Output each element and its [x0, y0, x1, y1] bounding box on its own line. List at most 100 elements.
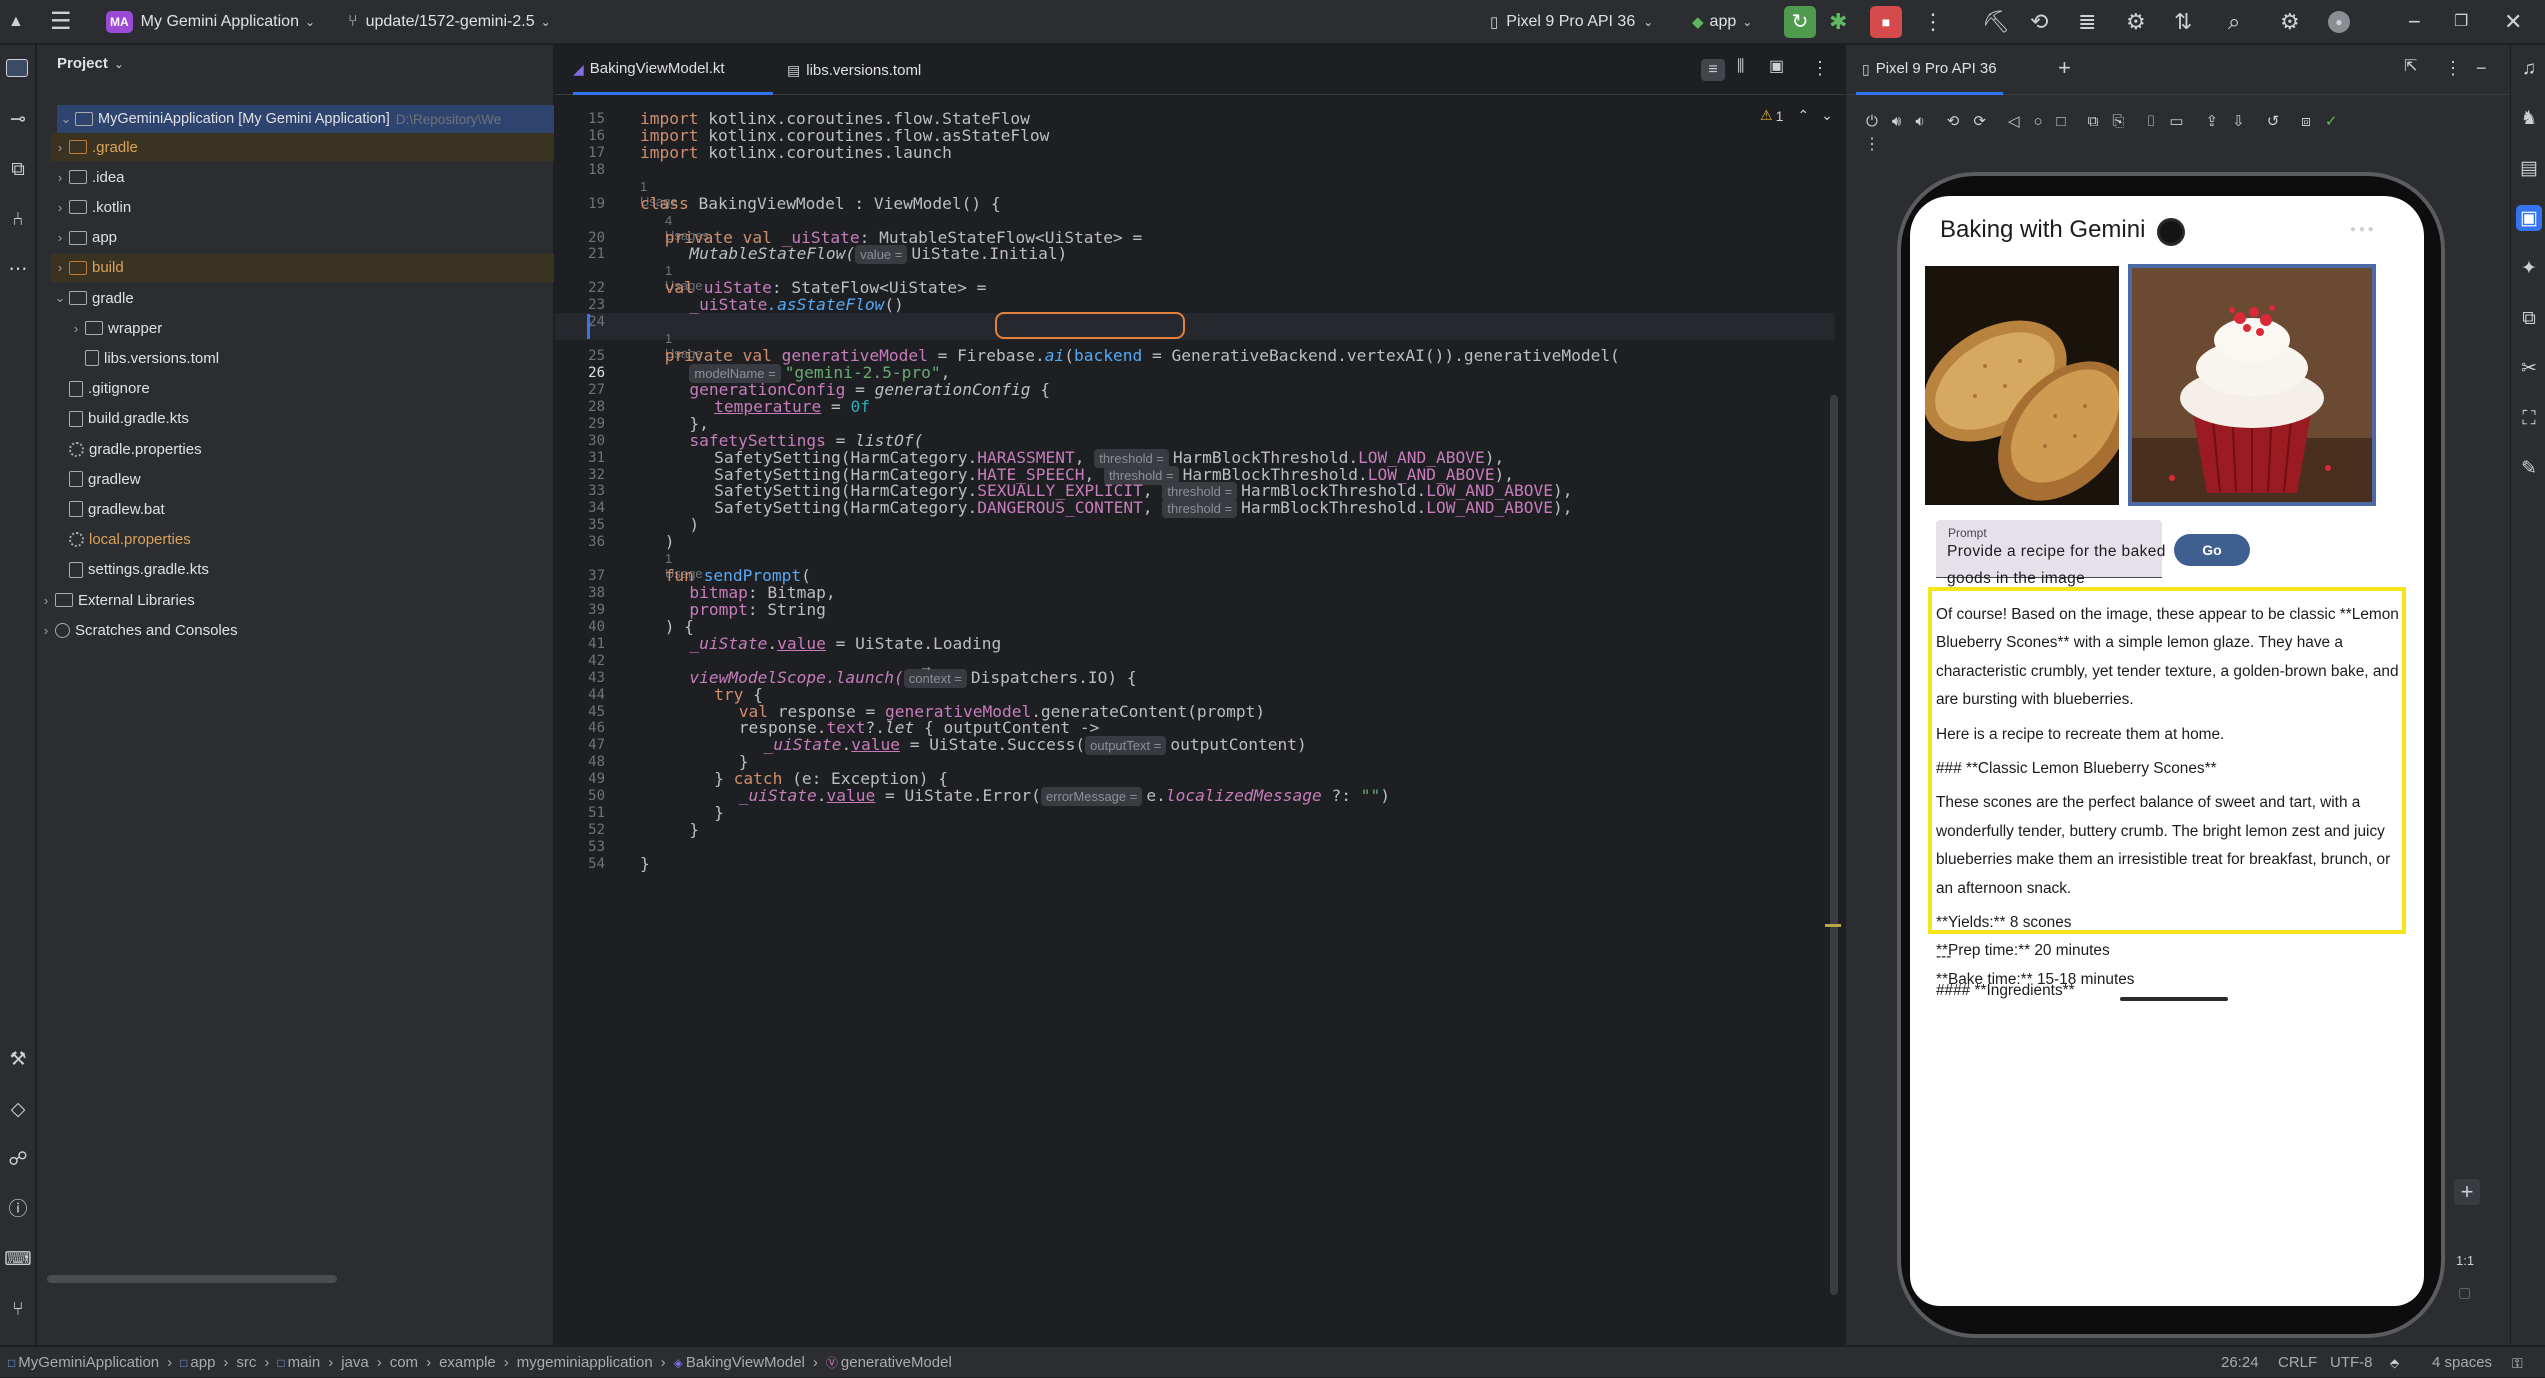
tree-item-gitignore[interactable]: .gitignore — [51, 375, 150, 403]
mirror-icon[interactable]: ⧈ — [2301, 113, 2311, 130]
camera-icon[interactable]: ⌷ — [2146, 113, 2155, 130]
tree-item-wrapper[interactable]: › wrapper — [67, 314, 162, 342]
close-window-button[interactable]: ✕ — [2504, 0, 2522, 44]
code-line-34[interactable]: SafetySetting(HarmCategory.DANGEROUS_CON… — [714, 494, 1572, 521]
tool-button-4[interactable]: ⚙ — [2126, 0, 2146, 44]
commit-icon[interactable]: ⊸ — [6, 107, 30, 131]
caret-position[interactable]: 26:24 — [2221, 1347, 2259, 1378]
pen-icon[interactable]: ✎ — [2516, 455, 2542, 481]
more-vertical-icon[interactable]: ⋮ — [2444, 59, 2462, 77]
inspection-widget[interactable]: ⚠ 1 ⌃ ⌄ — [1760, 107, 1833, 124]
breadcrumb-item[interactable]: com — [390, 1354, 418, 1371]
breadcrumb-item[interactable]: □ MyGeminiApplication — [8, 1354, 159, 1371]
rotate-left-icon[interactable]: ⟲ — [1947, 112, 1960, 130]
structure-icon[interactable]: ⧉ — [6, 157, 30, 181]
code-line-36[interactable]: ) — [665, 528, 675, 555]
download-icon[interactable]: ⇩ — [2232, 112, 2245, 130]
tree-item-kotlin[interactable]: › .kotlin — [51, 193, 131, 221]
layout-inspector-icon[interactable]: ⛶ — [2516, 405, 2542, 431]
tree-item-local-properties[interactable]: local.properties — [51, 526, 191, 554]
debug-button[interactable]: ✱ — [1829, 0, 1847, 44]
indent-setting[interactable]: 4 spaces — [2432, 1347, 2492, 1378]
device-selector[interactable]: ▯ Pixel 9 Pro API 36 ⌄ — [1490, 0, 1653, 44]
horizontal-scrollbar[interactable] — [47, 1275, 337, 1283]
breadcrumb-item[interactable]: □ app — [180, 1354, 215, 1371]
chevron-right-icon[interactable]: › — [37, 623, 55, 638]
more-vertical-icon[interactable]: ⋮ — [1811, 59, 1829, 77]
minimize-window-button[interactable]: − — [2408, 0, 2421, 44]
tree-item-gradlew[interactable]: gradlew — [51, 465, 141, 493]
chevron-right-icon[interactable]: › — [51, 230, 69, 245]
tree-item-build[interactable]: › build — [51, 253, 554, 282]
search-button[interactable]: ⌕ — [2228, 0, 2240, 44]
volume-up-icon[interactable]: 🔊︎ — [1892, 113, 1901, 130]
settings-button[interactable]: ⚙ — [2280, 0, 2300, 44]
branch-selector[interactable]: ⑂ update/1572-gemini-2.5 ⌄ — [348, 0, 551, 44]
editor-vertical-scrollbar[interactable] — [1830, 395, 1838, 1295]
tree-item-libs-versions-toml[interactable]: libs.versions.toml — [67, 344, 219, 372]
tool-button-3[interactable]: ≣ — [2078, 0, 2096, 44]
more-vertical-icon[interactable]: ⋮ — [1864, 137, 1880, 153]
breadcrumb-item[interactable]: mygeminiapplication — [517, 1354, 653, 1371]
record-icon[interactable]: ▭ — [2169, 112, 2183, 130]
preview-icon[interactable]: ▣ — [1769, 59, 1784, 75]
maximize-window-button[interactable]: ❐ — [2454, 0, 2468, 44]
home-icon[interactable]: ○ — [2033, 113, 2042, 130]
breadcrumb-item[interactable]: ◈ BakingViewModel — [674, 1354, 805, 1371]
folder-icon[interactable] — [6, 59, 28, 77]
back-icon[interactable]: ◁ — [2008, 112, 2020, 130]
split-view-icon[interactable]: ⫼ — [1737, 59, 1744, 75]
go-button[interactable]: Go — [2174, 534, 2250, 566]
main-menu-button[interactable]: ☰ — [50, 0, 72, 44]
tool-button-2[interactable]: ⟲ — [2030, 0, 2048, 44]
code-line-39[interactable]: prompt: String — [689, 596, 825, 623]
tree-item-gradle-properties[interactable]: gradle.properties — [51, 435, 202, 463]
more-horizontal-icon[interactable]: ⋯ — [6, 257, 30, 281]
breadcrumb-item[interactable]: ⓋgenerativeModel — [826, 1354, 952, 1371]
volume-down-icon[interactable]: 🔉︎ — [1915, 113, 1924, 130]
rotate-right-icon[interactable]: ⟳ — [1973, 112, 1986, 130]
gem-icon[interactable]: ◇ — [6, 1097, 30, 1121]
device-zoom-plus[interactable]: + — [2454, 1179, 2480, 1205]
running-devices-icon[interactable]: ▣ — [2516, 205, 2542, 231]
chevron-right-icon[interactable]: › — [51, 170, 69, 185]
tree-item-gradle[interactable]: › .gradle — [51, 133, 554, 161]
fit-screen-icon[interactable]: ▢ — [2458, 1285, 2471, 1299]
breadcrumb-item[interactable]: src — [236, 1354, 256, 1371]
breadcrumb-item[interactable]: example — [439, 1354, 496, 1371]
open-external-icon[interactable]: ⇱ — [2404, 59, 2417, 75]
android-logo-icon[interactable]: ▲ — [8, 0, 24, 44]
gemini-icon[interactable]: ✦ — [2516, 255, 2542, 281]
git-icon[interactable]: ⑂ — [6, 1297, 30, 1321]
tree-item-scratches-and-consoles[interactable]: › Scratches and Consoles — [37, 616, 238, 644]
stop-button[interactable]: ■ — [1870, 0, 1902, 44]
file-encoding[interactable]: UTF-8 — [2330, 1347, 2373, 1378]
chevron-right-icon[interactable]: › — [51, 260, 69, 275]
tree-item-gradle[interactable]: ⌄ gradle — [51, 284, 134, 312]
fold-icon[interactable]: ⧉ — [2088, 113, 2099, 130]
code-line-19[interactable]: class BakingViewModel : ViewModel() { — [640, 190, 1001, 217]
reader-mode-icon[interactable]: ≡ — [1701, 59, 1725, 81]
tree-item-external-libraries[interactable]: › External Libraries — [37, 586, 195, 614]
project-view-selector[interactable]: Project ⌄ — [57, 55, 124, 72]
chevron-right-icon[interactable]: › — [51, 200, 69, 215]
code-line-50[interactable]: _uiState.value = UiState.Error(errorMess… — [739, 782, 1390, 809]
baked-goods-image-2[interactable] — [2128, 264, 2376, 506]
reset-icon[interactable]: ↺ — [2267, 112, 2280, 130]
code-line-35[interactable]: ) — [689, 511, 699, 538]
logcat-icon[interactable]: ☍ — [6, 1147, 30, 1171]
device-file-icon[interactable]: ▤ — [2516, 155, 2542, 181]
tab-bakingviewmodel[interactable]: ◢ BakingViewModel.kt — [573, 45, 773, 95]
tool-button-5[interactable]: ⇅ — [2174, 0, 2192, 44]
problems-icon[interactable]: ⓘ — [6, 1197, 30, 1221]
tree-item-gradlew-bat[interactable]: gradlew.bat — [51, 495, 165, 523]
tree-item-app[interactable]: › app — [51, 224, 117, 252]
code-line-41[interactable]: _uiState.value = UiState.Loading — [689, 630, 1001, 657]
add-device-icon[interactable]: + — [2058, 57, 2071, 79]
hide-panel-icon[interactable]: − — [2476, 59, 2487, 77]
tree-root[interactable]: ⌄ MyGeminiApplication [My Gemini Applica… — [57, 105, 554, 133]
breadcrumb-item[interactable]: □ main — [277, 1354, 320, 1371]
vcs-status[interactable]: ⚿ — [2512, 1347, 2523, 1378]
chevron-right-icon[interactable]: › — [67, 321, 85, 336]
device-zoom-actual[interactable]: 1:1 — [2456, 1253, 2474, 1268]
